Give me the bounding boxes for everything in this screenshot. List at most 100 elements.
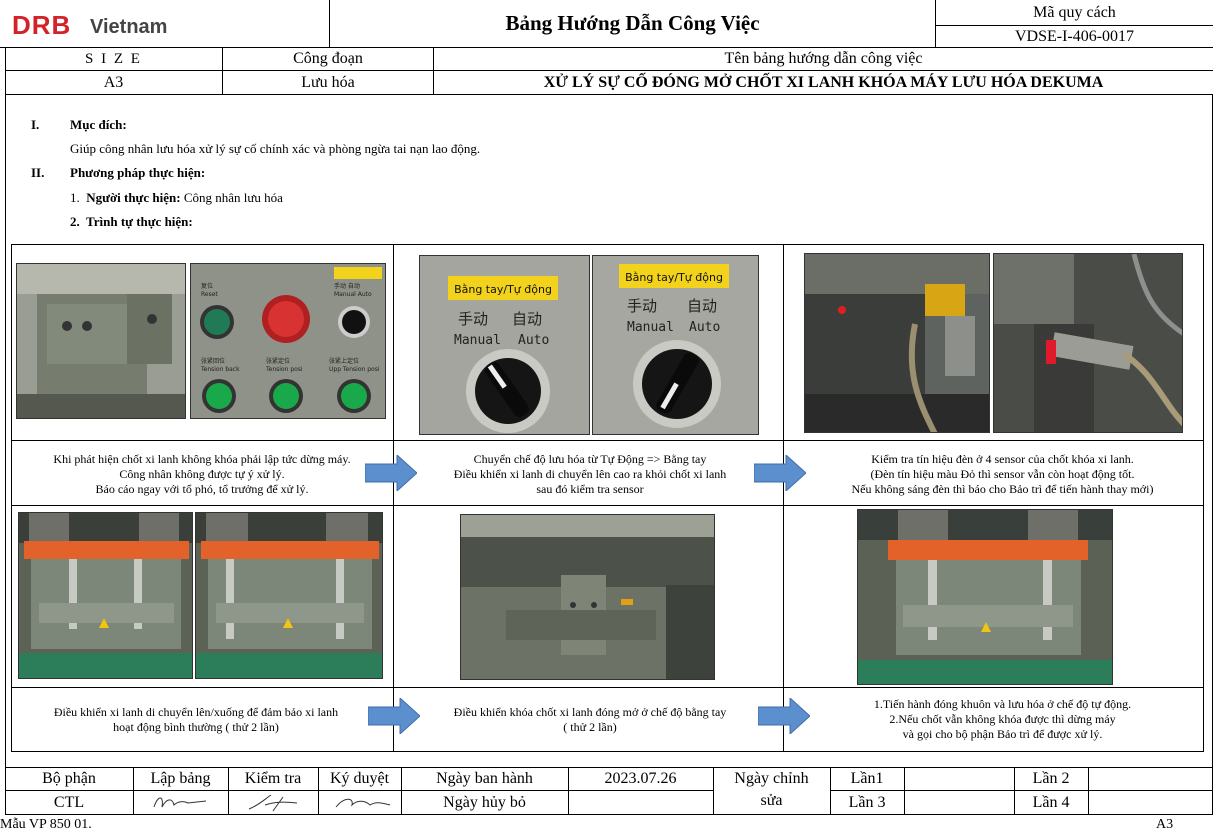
dept-value: CTL [53, 793, 85, 811]
grid-divider-2 [783, 244, 784, 752]
step-2-line-1: Chuyển chế độ lưu hóa từ Tự Động => Bằng… [473, 452, 707, 466]
en-auto-2: Auto [689, 320, 720, 335]
sign-manual-auto: Bằng tay/Tự động [454, 283, 552, 296]
cn-manual: 手动 [458, 310, 488, 328]
stage-label: Công đoạn [223, 48, 434, 71]
revision-3: Lần 3 [848, 793, 886, 811]
edit-date-label-line-1: Ngày chỉnh [734, 770, 809, 787]
step-1-line-2: Công nhân không được tự ý xử lý. [119, 467, 285, 481]
cn-manual-2: 手动 [627, 297, 657, 315]
step-6-line-1: 1.Tiến hành đóng khuôn và lưu hóa ở chế … [873, 697, 1132, 711]
label-upper: Upp Tension posi [329, 366, 380, 373]
step-5-line-2: ( thử 2 lần) [563, 720, 617, 734]
en-auto: Auto [518, 333, 549, 348]
performer-label: Người thực hiện: [86, 190, 181, 205]
photo-lock-pin [460, 514, 715, 680]
step-2-caption: Chuyển chế độ lưu hóa từ Tự Động => Bằng… [410, 452, 770, 497]
logo-cell: DRB Vietnam [0, 0, 330, 48]
step-3-line-3: Nếu không sáng đèn thì báo cho Bảo trì đ… [851, 482, 1154, 496]
label-back-cn: 张紧回位 [201, 357, 225, 365]
arrow-right-icon [368, 698, 420, 734]
step-4-caption: Điều khiển xi lanh di chuyển lên/xuống đ… [22, 705, 370, 735]
step-4-line-1: Điều khiển xi lanh di chuyển lên/xuống đ… [53, 705, 339, 719]
footer-col [1088, 767, 1089, 815]
en-manual-2: Manual [627, 320, 674, 335]
section-2-title: Phương pháp thực hiện: [70, 165, 206, 180]
step-6-line-3: và gọi cho bộ phận Bảo trì để được xử lý… [902, 727, 1103, 741]
step-1-caption: Khi phát hiện chốt xi lanh không khóa ph… [22, 452, 382, 497]
signature-approved [335, 798, 391, 808]
svg-text:Vietnam: Vietnam [90, 16, 167, 38]
label-upper-cn: 张紧上定位 [329, 357, 359, 365]
label-tension-back: Tension back [200, 366, 240, 373]
issue-date-label: Ngày ban hành [436, 769, 533, 787]
item-1-number: 1. [70, 190, 80, 205]
section-2-number: II. [31, 165, 45, 180]
performer-value: Công nhân lưu hóa [183, 190, 283, 205]
label-manual-auto: Manual Auto [334, 291, 372, 298]
procedure-line: 2. Trình tự thực hiện: [70, 214, 193, 230]
procedure-label: Trình tự thực hiện: [86, 214, 193, 229]
spec-label: Mã quy cách [935, 0, 1213, 26]
revision-1: Lần1 [850, 769, 884, 787]
photo-press-2 [195, 512, 383, 679]
step-2-line-2: Điều khiển xi lanh di chuyển lên cao ra … [453, 467, 727, 481]
company-logo: DRB Vietnam [12, 9, 202, 46]
step-1-line-1: Khi phát hiện chốt xi lanh không khóa ph… [53, 452, 351, 466]
stage-value: Lưu hóa [223, 71, 434, 95]
revision-4: Lần 4 [1032, 793, 1070, 811]
grid-rule-3 [11, 687, 1204, 688]
signature-checked [248, 794, 298, 812]
cancel-date-label: Ngày hủy bỏ [443, 793, 526, 811]
en-manual: Manual [454, 333, 501, 348]
step-5-line-1: Điều khiển khóa chốt xi lanh đóng mở ở c… [453, 705, 727, 719]
photo-mode-switch-auto: Bằng tay/Tự động 手动 自动 Manual Auto [592, 255, 759, 435]
step-3-caption: Kiểm tra tín hiệu đèn ở 4 sensor của chố… [810, 452, 1195, 497]
cn-auto: 自动 [512, 310, 542, 328]
step-3-line-2: (Đèn tín hiệu màu Đỏ thì sensor vẫn còn … [870, 467, 1135, 481]
form-code: Mẫu VP 850 01. [0, 817, 92, 832]
revision-2: Lần 2 [1032, 769, 1070, 787]
svg-text:DRB: DRB [12, 10, 71, 40]
spec-value: VDSE-I-406-0017 [935, 26, 1213, 48]
arrow-right-icon [754, 455, 806, 491]
checked-label: Kiểm tra [244, 769, 302, 787]
photo-press-auto [857, 509, 1113, 685]
cn-auto-2: 自动 [687, 297, 717, 315]
label-mode-cn: 手动 自动 [334, 282, 360, 290]
paper-size: A3 [1156, 817, 1174, 832]
label-tension-posi: Tension posi [265, 366, 303, 373]
step-5-caption: Điều khiển khóa chốt xi lanh đóng mở ở c… [410, 705, 770, 735]
document-title: Bảng Hướng Dẫn Công Việc [330, 0, 935, 48]
size-label: S I Z E [5, 48, 223, 71]
section-1-text: Giúp công nhân lưu hóa xử lý sự cố chính… [70, 141, 481, 156]
approved-label: Ký duyệt [329, 769, 390, 787]
arrow-right-icon [365, 455, 417, 491]
label-reset-cn: 复位 [201, 282, 213, 290]
photo-press-1 [18, 512, 193, 679]
size-value: A3 [5, 71, 223, 95]
label-posi-cn: 张紧定位 [266, 357, 290, 365]
step-3-line-1: Kiểm tra tín hiệu đèn ở 4 sensor của chố… [871, 452, 1134, 466]
section-1-number: I. [31, 117, 40, 132]
grid-divider-1 [393, 244, 394, 752]
arrow-right-icon [758, 698, 810, 734]
edit-date-label: Ngày chỉnh sửa [713, 768, 830, 814]
section-1-title: Mục đích: [70, 117, 127, 132]
step-4-line-2: hoạt động bình thường ( thử 2 lần) [113, 720, 279, 734]
footer-col [904, 767, 905, 815]
performer-line: 1. Người thực hiện: Công nhân lưu hóa [70, 190, 283, 206]
issue-date-value: 2023.07.26 [604, 769, 677, 787]
step-6-caption: 1.Tiến hành đóng khuôn và lưu hóa ở chế … [810, 697, 1195, 742]
step-2-line-3: sau đó kiểm tra sensor [536, 482, 644, 496]
photo-sensor-red [993, 253, 1183, 433]
photo-cylinder-lock [16, 263, 186, 419]
edit-date-label-line-2: sửa [760, 792, 783, 809]
dept-label: Bộ phận [42, 769, 96, 787]
guide-value: XỬ LÝ SỰ CỐ ĐÓNG MỞ CHỐT XI LANH KHÓA MÁ… [434, 71, 1213, 95]
grid-rule-1 [11, 440, 1204, 441]
step-1-line-3: Báo cáo ngay với tổ phó, tổ trưởng để xử… [95, 482, 309, 496]
photo-sensor-yellow [804, 253, 990, 433]
item-2-number: 2. [70, 214, 80, 229]
guide-label: Tên bảng hướng dẫn công việc [434, 48, 1213, 71]
